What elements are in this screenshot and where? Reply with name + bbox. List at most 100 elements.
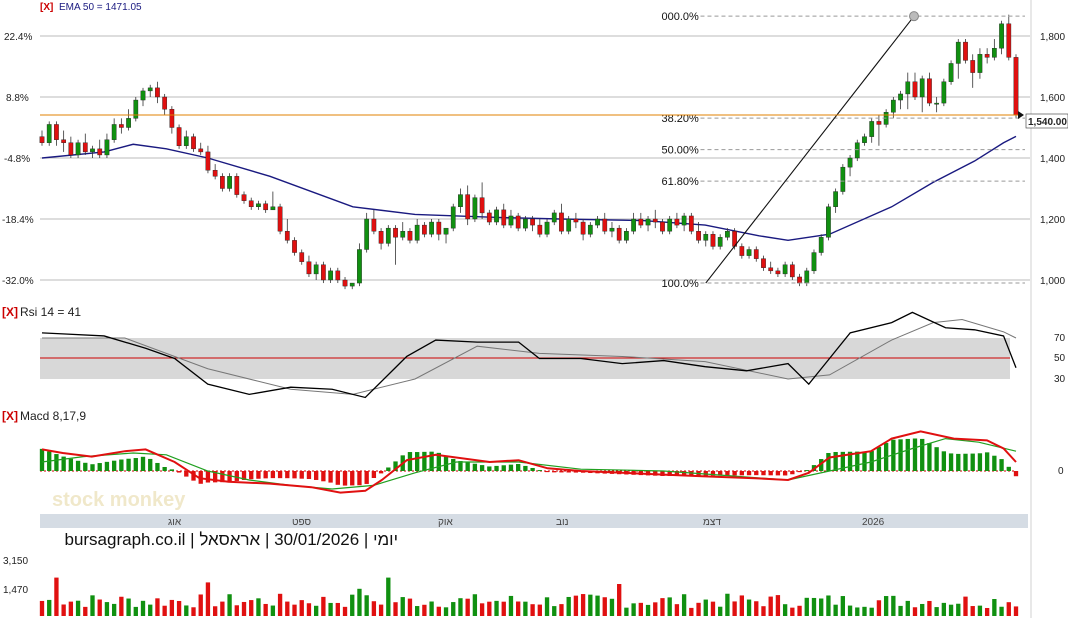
volume-bar bbox=[90, 595, 95, 616]
macd-histogram-bar bbox=[732, 471, 737, 476]
rsi-title: Rsi 14 = 41 bbox=[20, 305, 81, 319]
volume-bar bbox=[479, 603, 485, 616]
macd-histogram-bar bbox=[386, 467, 391, 471]
candle-body bbox=[450, 206, 456, 229]
volume-bar bbox=[732, 601, 737, 616]
volume-bar bbox=[429, 601, 434, 616]
volume-bar bbox=[176, 600, 182, 616]
candle-body bbox=[566, 218, 572, 232]
macd-histogram-bar bbox=[83, 462, 88, 471]
candle-body bbox=[948, 63, 954, 82]
candle-body bbox=[407, 230, 413, 241]
candle-body bbox=[299, 252, 305, 262]
candle-body bbox=[155, 87, 160, 98]
candle-body bbox=[54, 124, 59, 140]
volume-bar bbox=[602, 597, 607, 616]
candle-body bbox=[328, 270, 333, 281]
volume-bar bbox=[977, 605, 983, 616]
left-tick: -32.0% bbox=[2, 276, 34, 287]
candle-body bbox=[876, 121, 882, 125]
volume-bar bbox=[819, 598, 824, 616]
volume-bar bbox=[617, 584, 622, 616]
volume-bar bbox=[920, 603, 925, 616]
volume-bar bbox=[119, 596, 124, 616]
candle-body bbox=[479, 197, 485, 214]
macd-histogram-bar bbox=[956, 453, 961, 471]
candle-body bbox=[90, 148, 95, 153]
volume-bar bbox=[984, 607, 990, 616]
rsi-close-button[interactable]: [X] bbox=[2, 305, 18, 319]
candle-body bbox=[955, 41, 961, 64]
macd-histogram-bar bbox=[176, 471, 182, 473]
month-label: אוק bbox=[438, 517, 453, 528]
candle-body bbox=[39, 136, 45, 143]
macd-histogram-bar bbox=[155, 462, 160, 471]
volume-bar bbox=[544, 597, 550, 616]
volume-bar bbox=[335, 602, 340, 616]
macd-histogram-bar bbox=[833, 451, 838, 471]
volume-bar bbox=[645, 604, 651, 616]
volume-bar bbox=[891, 595, 896, 616]
macd-histogram-bar bbox=[328, 471, 333, 483]
volume-bar bbox=[407, 598, 413, 616]
macd-histogram-bar bbox=[140, 456, 146, 471]
candle-body bbox=[393, 227, 398, 238]
volume-layer bbox=[39, 577, 1019, 616]
macd-histogram-bar bbox=[133, 458, 138, 471]
volume-bar bbox=[595, 595, 600, 616]
left-tick: -18.4% bbox=[2, 215, 34, 226]
volume-bar bbox=[54, 577, 59, 616]
candle-body bbox=[371, 218, 377, 232]
candle-body bbox=[725, 230, 730, 238]
macd-histogram-bar bbox=[501, 465, 506, 471]
macd-histogram-bar bbox=[934, 447, 939, 471]
candle-body bbox=[927, 78, 932, 104]
macd-histogram-bar bbox=[963, 453, 968, 471]
volume-bar bbox=[718, 606, 723, 616]
candle-body bbox=[162, 96, 168, 110]
macd-histogram-bar bbox=[277, 471, 283, 479]
candle-body bbox=[804, 270, 810, 284]
ema-close-button[interactable]: [X] bbox=[40, 2, 53, 13]
macd-histogram-bar bbox=[508, 464, 514, 471]
macd-histogram-bar bbox=[487, 466, 492, 471]
macd-histogram-bar bbox=[39, 448, 45, 471]
macd-histogram-bar bbox=[797, 471, 802, 473]
volume-bar bbox=[516, 601, 521, 616]
candle-body bbox=[660, 221, 665, 232]
macd-histogram-bar bbox=[249, 471, 254, 480]
candle-body bbox=[833, 191, 838, 208]
candle-body bbox=[357, 249, 362, 284]
macd-histogram-bar bbox=[566, 471, 571, 473]
fib-level-label: 50.00% bbox=[661, 145, 699, 157]
volume-tick: 3,150 bbox=[3, 556, 28, 567]
macd-histogram-bar bbox=[54, 454, 59, 471]
candle-body bbox=[869, 121, 875, 137]
candle-body bbox=[753, 249, 759, 259]
macd-histogram-bar bbox=[862, 451, 867, 471]
candle-body bbox=[977, 54, 983, 73]
macd-histogram-bar bbox=[804, 470, 809, 472]
volume-bar bbox=[797, 605, 802, 616]
candle-body bbox=[768, 267, 774, 272]
macd-histogram-bar bbox=[357, 471, 362, 486]
fib-anchor-point bbox=[909, 11, 919, 22]
volume-bar bbox=[681, 594, 687, 616]
volume-bar bbox=[371, 601, 377, 616]
volume-bar bbox=[1013, 606, 1019, 616]
volume-bar bbox=[847, 605, 853, 616]
macd-histogram-bar bbox=[927, 443, 932, 471]
macd-histogram-bar bbox=[516, 464, 521, 471]
macd-histogram-bar bbox=[162, 466, 167, 471]
volume-bar bbox=[422, 604, 427, 616]
macd-close-button[interactable]: [X] bbox=[2, 409, 18, 423]
candle-body bbox=[147, 87, 153, 92]
macd-histogram-bar bbox=[415, 452, 420, 471]
volume-bar bbox=[624, 607, 629, 616]
volume-bar bbox=[47, 599, 52, 616]
volume-bar bbox=[83, 606, 88, 616]
candle-body bbox=[912, 81, 918, 98]
macd-histogram-bar bbox=[905, 438, 910, 471]
candle-body bbox=[465, 194, 471, 220]
volume-bar bbox=[782, 604, 788, 616]
